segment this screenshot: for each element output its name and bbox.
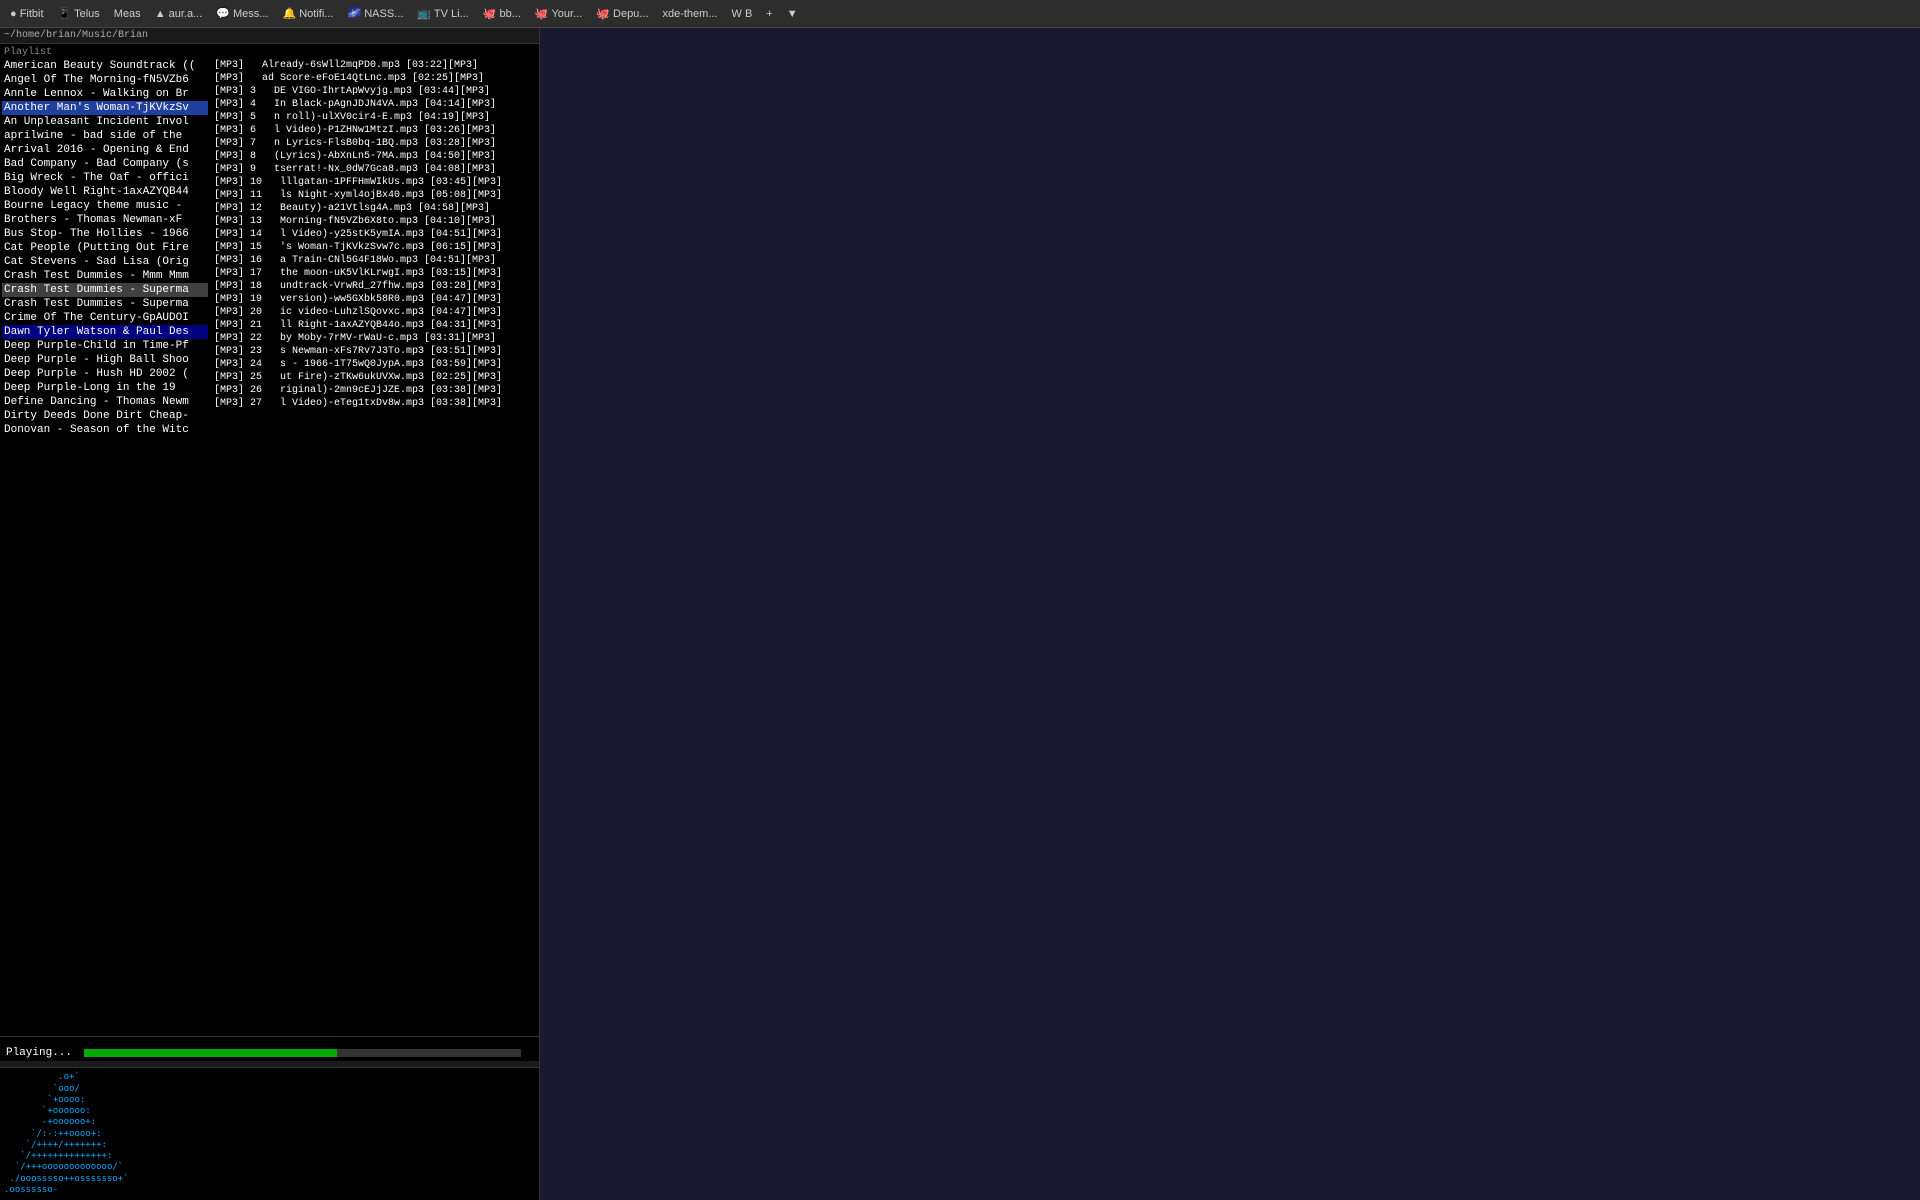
info-22: [MP3] 22 by Moby-7rMV-rWaU-c.mp3 [03:31]…: [212, 332, 537, 345]
top-tab-fitbit[interactable]: ● Fitbit: [4, 6, 50, 22]
top-tab-meas[interactable]: Meas: [108, 6, 147, 22]
track-27[interactable]: Donovan - Season of the Witc: [2, 423, 208, 437]
top-tab-your[interactable]: 🐙 Your...: [529, 5, 588, 22]
track-2[interactable]: Angel Of The Morning-fN5VZb6: [2, 73, 208, 87]
track-22[interactable]: Deep Purple - High Ball Shoo: [2, 353, 208, 367]
info-20: [MP3] 20 ic video-LuhzlSQovxc.mp3 [04:47…: [212, 306, 537, 319]
neofetch-panel: .o+` `ooo/ `+oooo: `+oooooo: -+oooooo+: …: [0, 1067, 539, 1200]
track-14[interactable]: Cat People (Putting Out Fire: [2, 241, 208, 255]
info-4: [MP3] 4 In Black-pAgnJDJN4VA.mp3 [04:14]…: [212, 98, 537, 111]
track-7[interactable]: Arrival 2016 - Opening & End: [2, 143, 208, 157]
progress-bar[interactable]: [84, 1049, 521, 1057]
info-23: [MP3] 23 s Newman-xFs7Rv7J3To.mp3 [03:51…: [212, 345, 537, 358]
track-24[interactable]: Deep Purple-Long in the 19: [2, 381, 208, 395]
info-12: [MP3] 12 Beauty)-a21Vtlsg4A.mp3 [04:58][…: [212, 202, 537, 215]
track-15[interactable]: Cat Stevens - Sad Lisa (Orig: [2, 255, 208, 269]
info-26: [MP3] 26 riginal)-2mn9cEJjJZE.mp3 [03:38…: [212, 384, 537, 397]
track-17[interactable]: Crash Test Dummies - Superma: [2, 283, 208, 297]
info-2: [MP3] ad Score-eFoE14QtLnc.mp3 [02:25][M…: [212, 72, 537, 85]
info-8: [MP3] 8 (Lyrics)-AbXnLn5-7MA.mp3 [04:50]…: [212, 150, 537, 163]
info-21: [MP3] 21 ll Right-1axAZYQB44o.mp3 [04:31…: [212, 319, 537, 332]
terminal-path: ~/home/brian/Music/Brian: [0, 28, 539, 44]
top-tab-new[interactable]: +: [760, 6, 778, 22]
track-26[interactable]: Dirty Deeds Done Dirt Cheap-: [2, 409, 208, 423]
track-18[interactable]: Crash Test Dummies - Superma: [2, 297, 208, 311]
track-25[interactable]: Define Dancing - Thomas Newm: [2, 395, 208, 409]
playlist-header: Playlist: [2, 46, 208, 59]
track-info-header: [212, 46, 537, 59]
now-playing-section: [0, 1036, 539, 1045]
top-tab-telus[interactable]: 📱 Telus: [52, 5, 106, 22]
top-taskbar: ● Fitbit 📱 Telus Meas ▲ aur.a... 💬 Mess.…: [0, 0, 1920, 28]
track-12[interactable]: Brothers - Thomas Newman-xF: [2, 213, 208, 227]
track-9[interactable]: Big Wreck - The Oaf - offici: [2, 171, 208, 185]
track-names: Playlist American Beauty Soundtrack (( A…: [0, 44, 210, 1036]
top-tab-tv[interactable]: 📺 TV Li...: [411, 5, 474, 22]
track-5[interactable]: An Unpleasant Incident Invol: [2, 115, 208, 129]
track-11[interactable]: Bourne Legacy theme music -: [2, 199, 208, 213]
info-9: [MP3] 9 tserrat!-Nx_0dW7Gca8.mp3 [04:08]…: [212, 163, 537, 176]
info-6: [MP3] 6 l Video)-P1ZHNw1MtzI.mp3 [03:26]…: [212, 124, 537, 137]
info-7: [MP3] 7 n Lyrics-FlsB0bq-1BQ.mp3 [03:28]…: [212, 137, 537, 150]
info-16: [MP3] 16 a Train-CNl5G4F18Wo.mp3 [04:51]…: [212, 254, 537, 267]
track-20[interactable]: Dawn Tyler Watson & Paul Des: [2, 325, 208, 339]
track-19[interactable]: Crime Of The Century-GpAUDOI: [2, 311, 208, 325]
track-21[interactable]: Deep Purple-Child in Time-Pf: [2, 339, 208, 353]
info-1: [MP3] Already-6sWll2mqPD0.mp3 [03:22][MP…: [212, 59, 537, 72]
top-tab-aur[interactable]: ▲ aur.a...: [149, 6, 209, 22]
top-tab-nasa[interactable]: 🌌 NASS...: [341, 5, 409, 22]
info-17: [MP3] 17 the moon-uK5VlKLrwgI.mp3 [03:15…: [212, 267, 537, 280]
top-tab-depu[interactable]: 🐙 Depu...: [590, 5, 654, 22]
music-list[interactable]: Playlist American Beauty Soundtrack (( A…: [0, 44, 539, 1036]
info-13: [MP3] 13 Morning-fN5VZb6X8to.mp3 [04:10]…: [212, 215, 537, 228]
info-27: [MP3] 27 l Video)-eTeg1txDv8w.mp3 [03:38…: [212, 397, 537, 410]
track-4[interactable]: Another Man's Woman-TjKVkzSv: [2, 101, 208, 115]
track-10[interactable]: Bloody Well Right-1axAZYQB44: [2, 185, 208, 199]
info-3: [MP3] 3 DE VIGO-IhrtApWvyjg.mp3 [03:44][…: [212, 85, 537, 98]
screen: ● Fitbit 📱 Telus Meas ▲ aur.a... 💬 Mess.…: [0, 0, 1920, 1200]
info-19: [MP3] 19 version)-ww5GXbk58R0.mp3 [04:47…: [212, 293, 537, 306]
info-15: [MP3] 15 's Woman-TjKVkzSvw7c.mp3 [06:15…: [212, 241, 537, 254]
info-11: [MP3] 11 ls Night-xyml4ojBx40.mp3 [05:08…: [212, 189, 537, 202]
left-panel: ~/home/brian/Music/Brian Playlist Americ…: [0, 28, 540, 1200]
track-13[interactable]: Bus Stop- The Hollies - 1966: [2, 227, 208, 241]
track-1[interactable]: American Beauty Soundtrack ((: [2, 59, 208, 73]
track-6[interactable]: aprilwine - bad side of the: [2, 129, 208, 143]
main-area: ~/home/brian/Music/Brian Playlist Americ…: [0, 28, 1920, 1200]
top-tab-mess[interactable]: 💬 Mess...: [210, 5, 274, 22]
neofetch-art: .o+` `ooo/ `+oooo: `+oooooo: -+oooooo+: …: [4, 1072, 254, 1196]
track-8[interactable]: Bad Company - Bad Company (s: [2, 157, 208, 171]
info-18: [MP3] 18 undtrack-VrwRd_27fhw.mp3 [03:28…: [212, 280, 537, 293]
progress-fill: [84, 1049, 337, 1057]
info-10: [MP3] 10 lllgatan-1PFFHmWIkUs.mp3 [03:45…: [212, 176, 537, 189]
track-info-col: [MP3] Already-6sWll2mqPD0.mp3 [03:22][MP…: [210, 44, 539, 1036]
info-24: [MP3] 24 s - 1966-1T75wQ0JypA.mp3 [03:59…: [212, 358, 537, 371]
track-23[interactable]: Deep Purple - Hush HD 2002 (: [2, 367, 208, 381]
top-tab-notif[interactable]: 🔔 Notifi...: [276, 5, 339, 22]
neofetch-row: .o+` `ooo/ `+oooo: `+oooooo: -+oooooo+: …: [4, 1072, 535, 1196]
top-tab-bb[interactable]: 🐙 bb...: [477, 5, 527, 22]
progress-section: Playing...: [0, 1045, 539, 1061]
track-3[interactable]: Annle Lennox - Walking on Br: [2, 87, 208, 101]
top-tab-w[interactable]: W B: [726, 6, 759, 22]
playing-label: Playing...: [6, 1047, 72, 1059]
info-5: [MP3] 5 n roll)-ulXV0cir4-E.mp3 [04:19][…: [212, 111, 537, 124]
top-tab-xde[interactable]: xde-them...: [656, 6, 723, 22]
info-14: [MP3] 14 l Video)-y25stK5ymIA.mp3 [04:51…: [212, 228, 537, 241]
info-25: [MP3] 25 ut Fire)-zTKw6ukUVXw.mp3 [02:25…: [212, 371, 537, 384]
track-16[interactable]: Crash Test Dummies - Mmm Mmm: [2, 269, 208, 283]
top-tab-menu[interactable]: ▼: [781, 6, 804, 22]
